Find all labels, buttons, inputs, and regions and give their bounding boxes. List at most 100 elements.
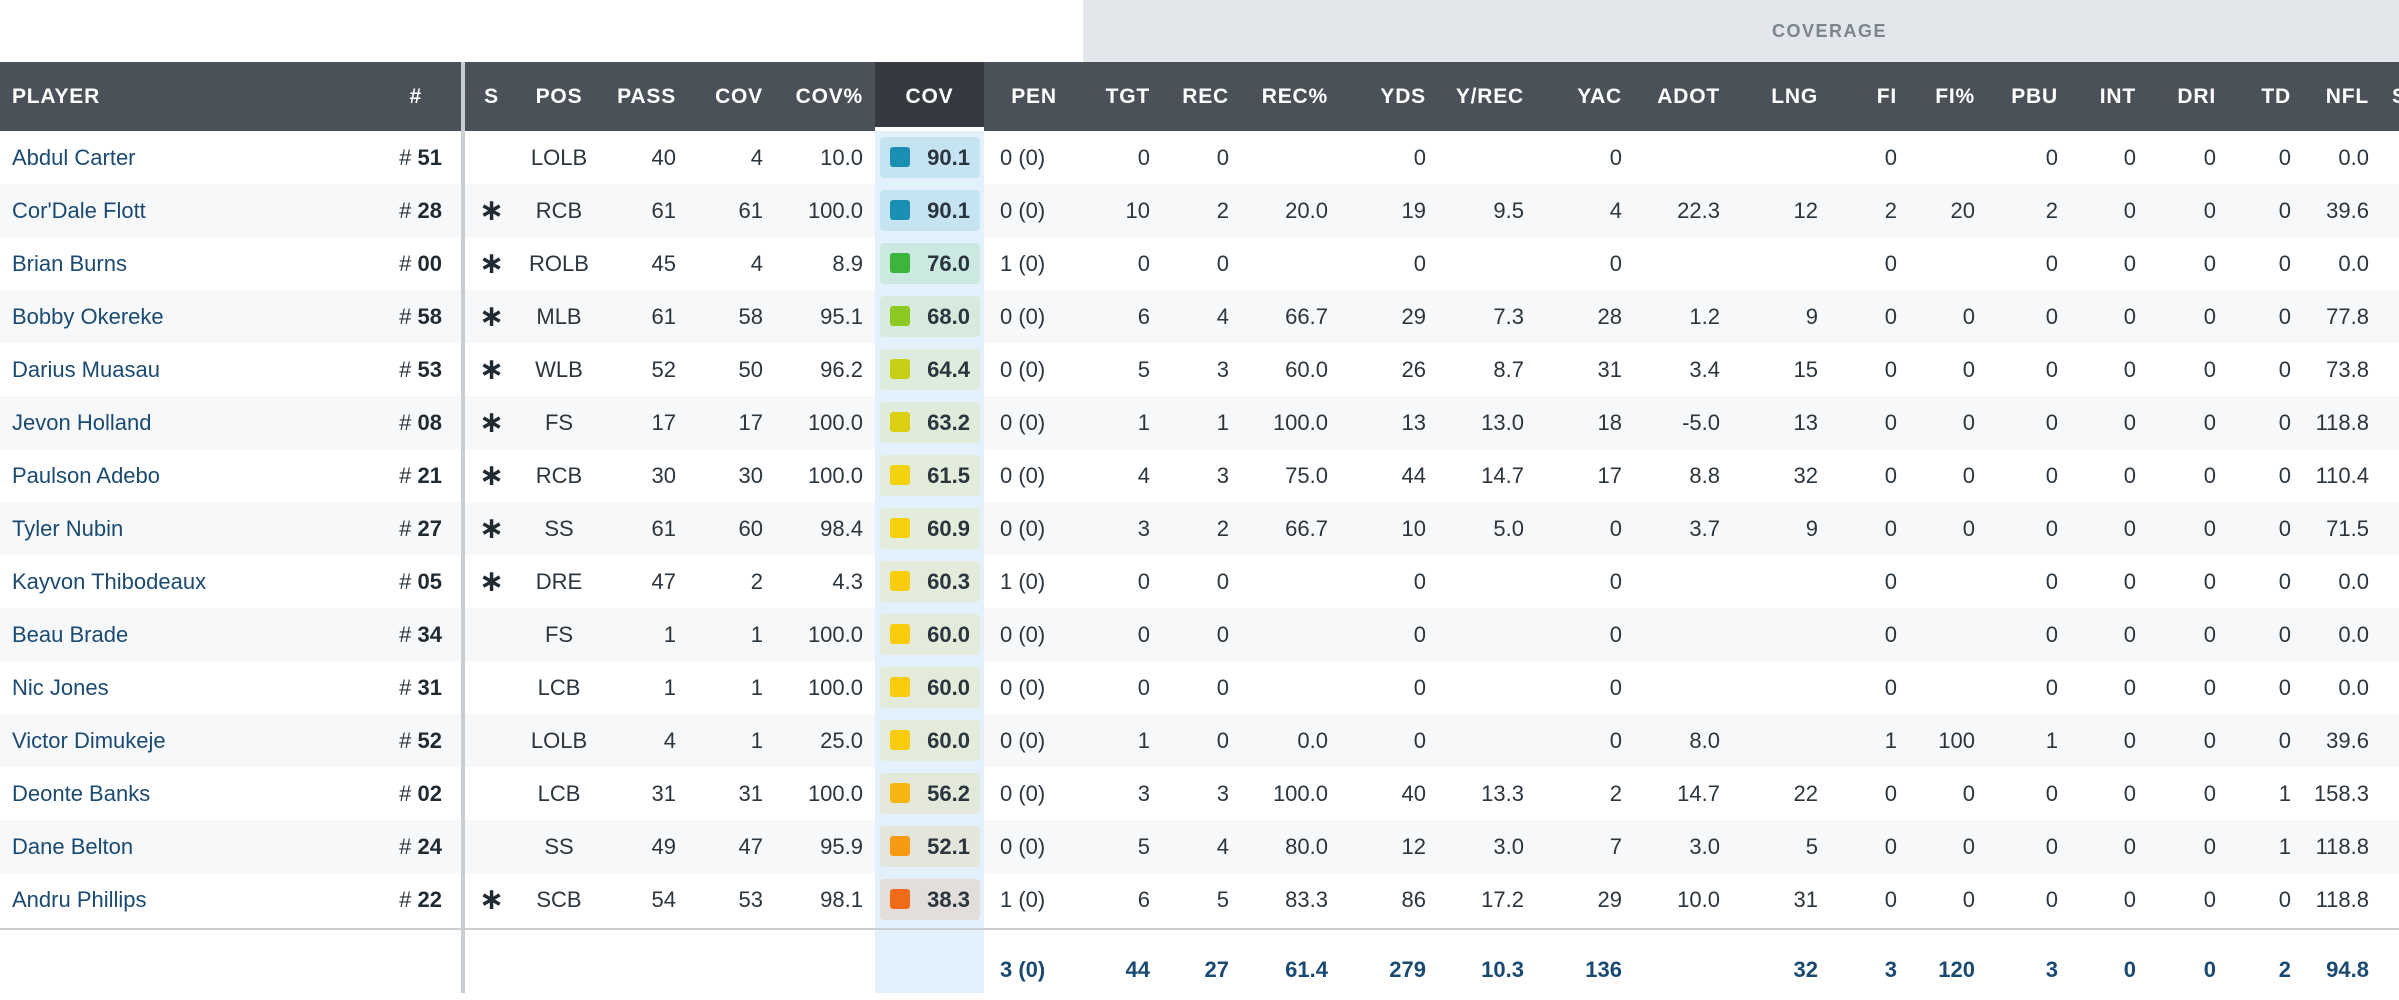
cell-tgt: 0: [1137, 251, 1150, 276]
cell-pen: 0 (0): [1000, 622, 1046, 647]
cell-y_rec: [1440, 608, 1524, 661]
column-header-more[interactable]: S: [2392, 62, 2399, 131]
cell-lng: [1740, 131, 1818, 184]
column-header-tgt[interactable]: TGT: [1080, 62, 1150, 131]
column-header-fi_pct[interactable]: FI%: [1910, 62, 1975, 131]
starter-marker-icon: [470, 767, 513, 820]
player-name-link[interactable]: Bobby Okereke: [12, 290, 312, 343]
cell-adot: 3.4: [1689, 357, 1720, 382]
cell-fi_pct: 0: [1962, 834, 1975, 859]
cell-rec_pct: [1240, 131, 1328, 184]
column-header-nfl[interactable]: NFL: [2300, 62, 2369, 131]
column-header-grade[interactable]: COV: [875, 62, 984, 131]
grade-value: 76.0: [927, 251, 970, 276]
cell-int: 0: [2123, 463, 2136, 488]
player-name-link[interactable]: Jevon Holland: [12, 396, 312, 449]
cell-rec: 5: [1216, 887, 1229, 912]
grade-value: 63.2: [927, 410, 970, 435]
starter-marker-icon: ∗: [478, 512, 505, 545]
player-name-link[interactable]: Paulson Adebo: [12, 449, 312, 502]
cell-cov_pct: 100.0: [807, 675, 863, 700]
starter-marker-icon: ∗: [478, 247, 505, 280]
jersey-value: 53: [417, 357, 442, 382]
cell-rec: 2: [1216, 198, 1229, 223]
column-header-pbu[interactable]: PBU: [1990, 62, 2058, 131]
column-header-player[interactable]: PLAYER: [12, 62, 312, 131]
column-header-rec_pct[interactable]: REC%: [1240, 62, 1328, 131]
column-header-rec[interactable]: REC: [1160, 62, 1229, 131]
column-header-yac[interactable]: YAC: [1540, 62, 1622, 131]
column-header-s[interactable]: S: [470, 62, 513, 131]
cell-fi: 0: [1884, 887, 1897, 912]
jersey-number: # 58: [380, 290, 442, 343]
column-header-td[interactable]: TD: [2230, 62, 2291, 131]
jersey-number: # 22: [380, 873, 442, 926]
cell-fi_pct: 0: [1962, 887, 1975, 912]
player-name-link[interactable]: Brian Burns: [12, 237, 312, 290]
grade-color-swatch: [890, 624, 910, 644]
player-name-link[interactable]: Cor'Dale Flott: [12, 184, 312, 237]
cell-rec_pct: 100.0: [1272, 410, 1328, 435]
cell-pass: 17: [651, 410, 676, 435]
player-name-link[interactable]: Andru Phillips: [12, 873, 312, 926]
grade-value: 90.1: [927, 145, 970, 170]
cell-pbu: 0: [2045, 516, 2058, 541]
cell-pass: 31: [651, 781, 676, 806]
cell-rec: 0: [1216, 728, 1229, 753]
cell-fi: 0: [1884, 834, 1897, 859]
grade-value: 60.9: [927, 516, 970, 541]
cell-pen: 0 (0): [1000, 675, 1046, 700]
column-header-fi[interactable]: FI: [1830, 62, 1897, 131]
player-name-link[interactable]: Beau Brade: [12, 608, 312, 661]
cell-cov_pct: 95.9: [820, 834, 863, 859]
cell-rec: 0: [1216, 675, 1229, 700]
column-header-pos[interactable]: POS: [520, 62, 598, 131]
cell-yds: 29: [1401, 304, 1426, 329]
cell-rec: 0: [1216, 251, 1229, 276]
jersey-value: 31: [417, 675, 442, 700]
cell-fi_pct: 0: [1962, 304, 1975, 329]
cell-yds: 12: [1401, 834, 1426, 859]
cell-cov: 1: [750, 728, 763, 753]
grade-value: 60.3: [927, 569, 970, 594]
cell-tgt: 5: [1137, 834, 1150, 859]
cell-int: 0: [2123, 304, 2136, 329]
cell-fi: 0: [1884, 357, 1897, 382]
cell-nfl: 118.8: [2315, 887, 2369, 912]
column-header-num[interactable]: #: [380, 62, 422, 131]
column-header-yds[interactable]: YDS: [1340, 62, 1426, 131]
jersey-prefix: #: [399, 728, 412, 753]
column-header-cov_pct[interactable]: COV%: [770, 62, 863, 131]
column-header-dri[interactable]: DRI: [2150, 62, 2216, 131]
jersey-prefix: #: [399, 781, 412, 806]
player-name-link[interactable]: Tyler Nubin: [12, 502, 312, 555]
jersey-value: 24: [417, 834, 442, 859]
player-name-link[interactable]: Kayvon Thibodeaux: [12, 555, 312, 608]
column-header-lng[interactable]: LNG: [1740, 62, 1818, 131]
player-name-link[interactable]: Darius Muasau: [12, 343, 312, 396]
cell-fi: 1: [1884, 728, 1897, 753]
cell-pen: 0 (0): [1000, 728, 1046, 753]
column-header-pen[interactable]: PEN: [1000, 62, 1068, 131]
column-header-y_rec[interactable]: Y/REC: [1440, 62, 1524, 131]
cell-dri: 0: [2203, 834, 2216, 859]
column-header-pass[interactable]: PASS: [605, 62, 676, 131]
column-header-adot[interactable]: ADOT: [1640, 62, 1720, 131]
cell-pos: SCB: [536, 887, 582, 912]
cell-yac: 2: [1609, 781, 1622, 806]
column-header-cov[interactable]: COV: [690, 62, 763, 131]
player-name-link[interactable]: Nic Jones: [12, 661, 312, 714]
player-name-link[interactable]: Abdul Carter: [12, 131, 312, 184]
player-name-link[interactable]: Dane Belton: [12, 820, 312, 873]
player-name-link[interactable]: Victor Dimukeje: [12, 714, 312, 767]
cell-td: 0: [2278, 410, 2291, 435]
column-header-int[interactable]: INT: [2070, 62, 2136, 131]
cell-nfl: 39.6: [2326, 728, 2369, 753]
cell-rec_pct: 20.0: [1285, 198, 1328, 223]
cell-fi: 0: [1884, 569, 1897, 594]
cell-rec_pct: 66.7: [1285, 516, 1328, 541]
cell-fi: 0: [1884, 145, 1897, 170]
cell-rec: 4: [1216, 304, 1229, 329]
cell-nfl: 0.0: [2338, 675, 2369, 700]
player-name-link[interactable]: Deonte Banks: [12, 767, 312, 820]
